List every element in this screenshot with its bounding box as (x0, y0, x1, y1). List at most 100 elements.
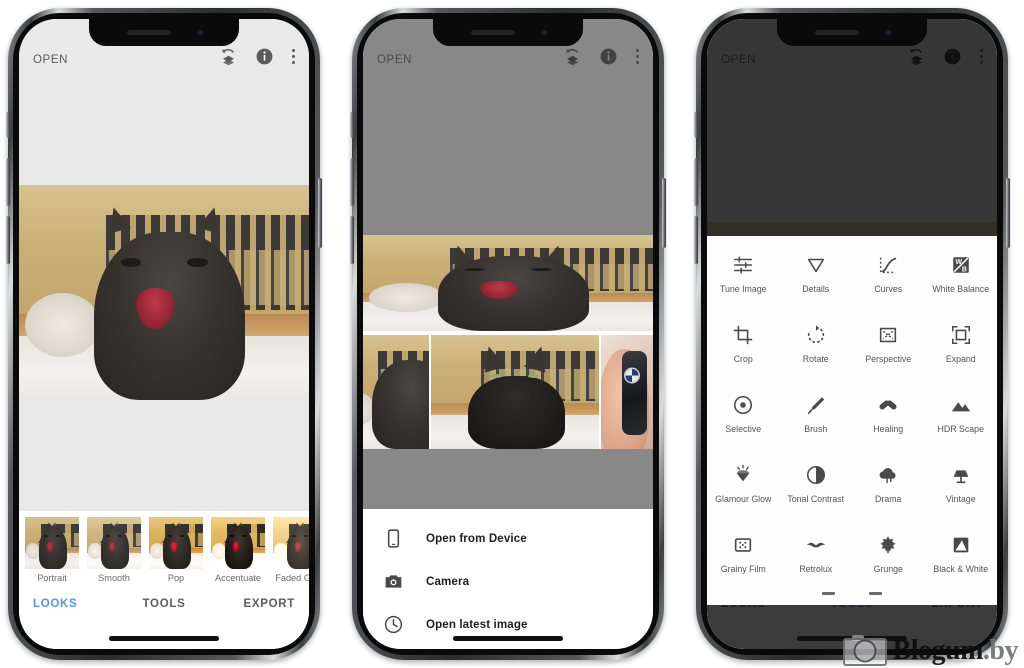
thumb-car-key[interactable] (601, 335, 653, 449)
tool-drama[interactable]: Drama (852, 454, 925, 524)
overflow-menu-icon[interactable] (291, 49, 295, 64)
volume-up-button[interactable] (6, 158, 10, 206)
top-bar-icons (563, 47, 639, 66)
tool-perspective[interactable]: Perspective (852, 314, 925, 384)
hdr-scape-icon (950, 394, 972, 416)
thumb-cat-yawning[interactable] (363, 335, 429, 449)
tool-details[interactable]: Details (780, 244, 853, 314)
image-picker[interactable] (363, 235, 653, 449)
tool-label: Grunge (873, 564, 903, 574)
bottom-tab-bar[interactable]: LOOKS TOOLS EXPORT (19, 585, 309, 629)
thumb-cat-sitting[interactable] (431, 335, 599, 449)
open-button[interactable]: OPEN (33, 54, 68, 66)
tool-label: Grainy Film (720, 564, 766, 574)
watermark: Blogum.by (842, 634, 1019, 668)
image-canvas[interactable] (19, 74, 309, 511)
looks-filmstrip[interactable]: Portrait Smooth Pop Accentuate Faded G (19, 511, 309, 585)
look-thumbnail (273, 517, 309, 569)
look-label: Portrait (37, 573, 67, 583)
tool-vintage[interactable]: Vintage (925, 454, 998, 524)
info-icon[interactable] (599, 47, 618, 66)
tool-rotate[interactable]: Rotate (780, 314, 853, 384)
volume-up-button[interactable] (694, 158, 698, 206)
svg-text:B: B (962, 266, 967, 273)
open-button[interactable]: OPEN (377, 54, 412, 66)
tool-hdr-scape[interactable]: HDR Scape (925, 384, 998, 454)
menu-item-camera[interactable]: Camera (363, 560, 653, 603)
look-label: Accentuate (215, 573, 261, 583)
selective-icon (732, 394, 754, 416)
tool-retrolux[interactable]: Retrolux (780, 524, 853, 594)
tab-tools[interactable]: TOOLS (120, 598, 207, 610)
tool-selective[interactable]: Selective (707, 384, 780, 454)
power-button[interactable] (1006, 178, 1010, 248)
tool-label: White Balance (932, 284, 990, 294)
undo-stack-icon[interactable] (219, 47, 238, 66)
watermark-suffix: .by (982, 635, 1019, 666)
tool-grainy-film[interactable]: Grainy Film (707, 524, 780, 594)
info-icon[interactable] (255, 47, 274, 66)
drama-icon (877, 464, 899, 486)
power-button[interactable] (318, 178, 322, 248)
power-button[interactable] (662, 178, 666, 248)
glamour-glow-icon (732, 464, 754, 486)
picker-thumbnail-row[interactable] (363, 331, 653, 449)
mute-switch[interactable] (694, 112, 698, 138)
open-image-sheet[interactable]: Open from Device Camera Open latest imag… (363, 509, 653, 649)
notch (89, 19, 239, 46)
tool-healing[interactable]: Healing (852, 384, 925, 454)
edited-photo[interactable] (19, 185, 309, 400)
notch (777, 19, 927, 46)
home-indicator[interactable] (453, 636, 563, 641)
volume-down-button[interactable] (694, 216, 698, 264)
undo-stack-icon[interactable] (563, 47, 582, 66)
clock-icon (383, 614, 404, 635)
tools-panel[interactable]: Tune Image Details Curves W B White Bala… (707, 236, 997, 605)
tool-white-balance[interactable]: WB White Balance (925, 244, 998, 314)
svg-text:W: W (955, 259, 962, 266)
tool-glamour-glow[interactable]: Glamour Glow (707, 454, 780, 524)
open-button[interactable]: OPEN (721, 54, 756, 66)
look-thumbnail (149, 517, 203, 569)
tool-grunge[interactable]: Grunge (852, 524, 925, 594)
mute-switch[interactable] (350, 112, 354, 138)
tool-crop[interactable]: Crop (707, 314, 780, 384)
tool-label: Expand (945, 354, 976, 364)
tool-expand[interactable]: Expand (925, 314, 998, 384)
undo-stack-icon[interactable] (907, 47, 926, 66)
tool-label: Healing (873, 424, 904, 434)
menu-item-open-from-device[interactable]: Open from Device (363, 517, 653, 560)
expand-icon (950, 324, 972, 346)
phone-icon (383, 528, 404, 549)
watermark-text: Blogum.by (893, 635, 1019, 666)
tool-black-and-white[interactable]: Black & White (925, 524, 998, 594)
tab-export[interactable]: EXPORT (208, 598, 295, 610)
tab-looks[interactable]: LOOKS (33, 598, 120, 610)
look-item[interactable]: Accentuate (209, 517, 267, 583)
overflow-menu-icon[interactable] (979, 49, 983, 64)
mute-switch[interactable] (6, 112, 10, 138)
tool-brush[interactable]: Brush (780, 384, 853, 454)
phone-3-screen: OPEN Tune Image Details Curves W B White… (707, 19, 997, 649)
tonal-contrast-icon (805, 464, 827, 486)
overflow-menu-icon[interactable] (635, 49, 639, 64)
phone-3: OPEN Tune Image Details Curves W B White… (694, 8, 1010, 660)
look-item[interactable]: Portrait (23, 517, 81, 583)
volume-down-button[interactable] (350, 216, 354, 264)
tool-tonal-contrast[interactable]: Tonal Contrast (780, 454, 853, 524)
top-bar-icons (907, 47, 983, 66)
volume-up-button[interactable] (350, 158, 354, 206)
look-item[interactable]: Pop (147, 517, 205, 583)
volume-down-button[interactable] (6, 216, 10, 264)
look-item[interactable]: Faded Glow (271, 517, 309, 583)
tool-tune-image[interactable]: Tune Image (707, 244, 780, 314)
picker-preview-image (363, 235, 653, 331)
home-indicator[interactable] (109, 636, 219, 641)
info-icon[interactable] (943, 47, 962, 66)
front-camera-icon (884, 28, 893, 37)
camera-icon (383, 571, 404, 592)
look-item[interactable]: Smooth (85, 517, 143, 583)
tool-curves[interactable]: Curves (852, 244, 925, 314)
top-bar-icons (219, 47, 295, 66)
tool-label: Rotate (802, 354, 829, 364)
